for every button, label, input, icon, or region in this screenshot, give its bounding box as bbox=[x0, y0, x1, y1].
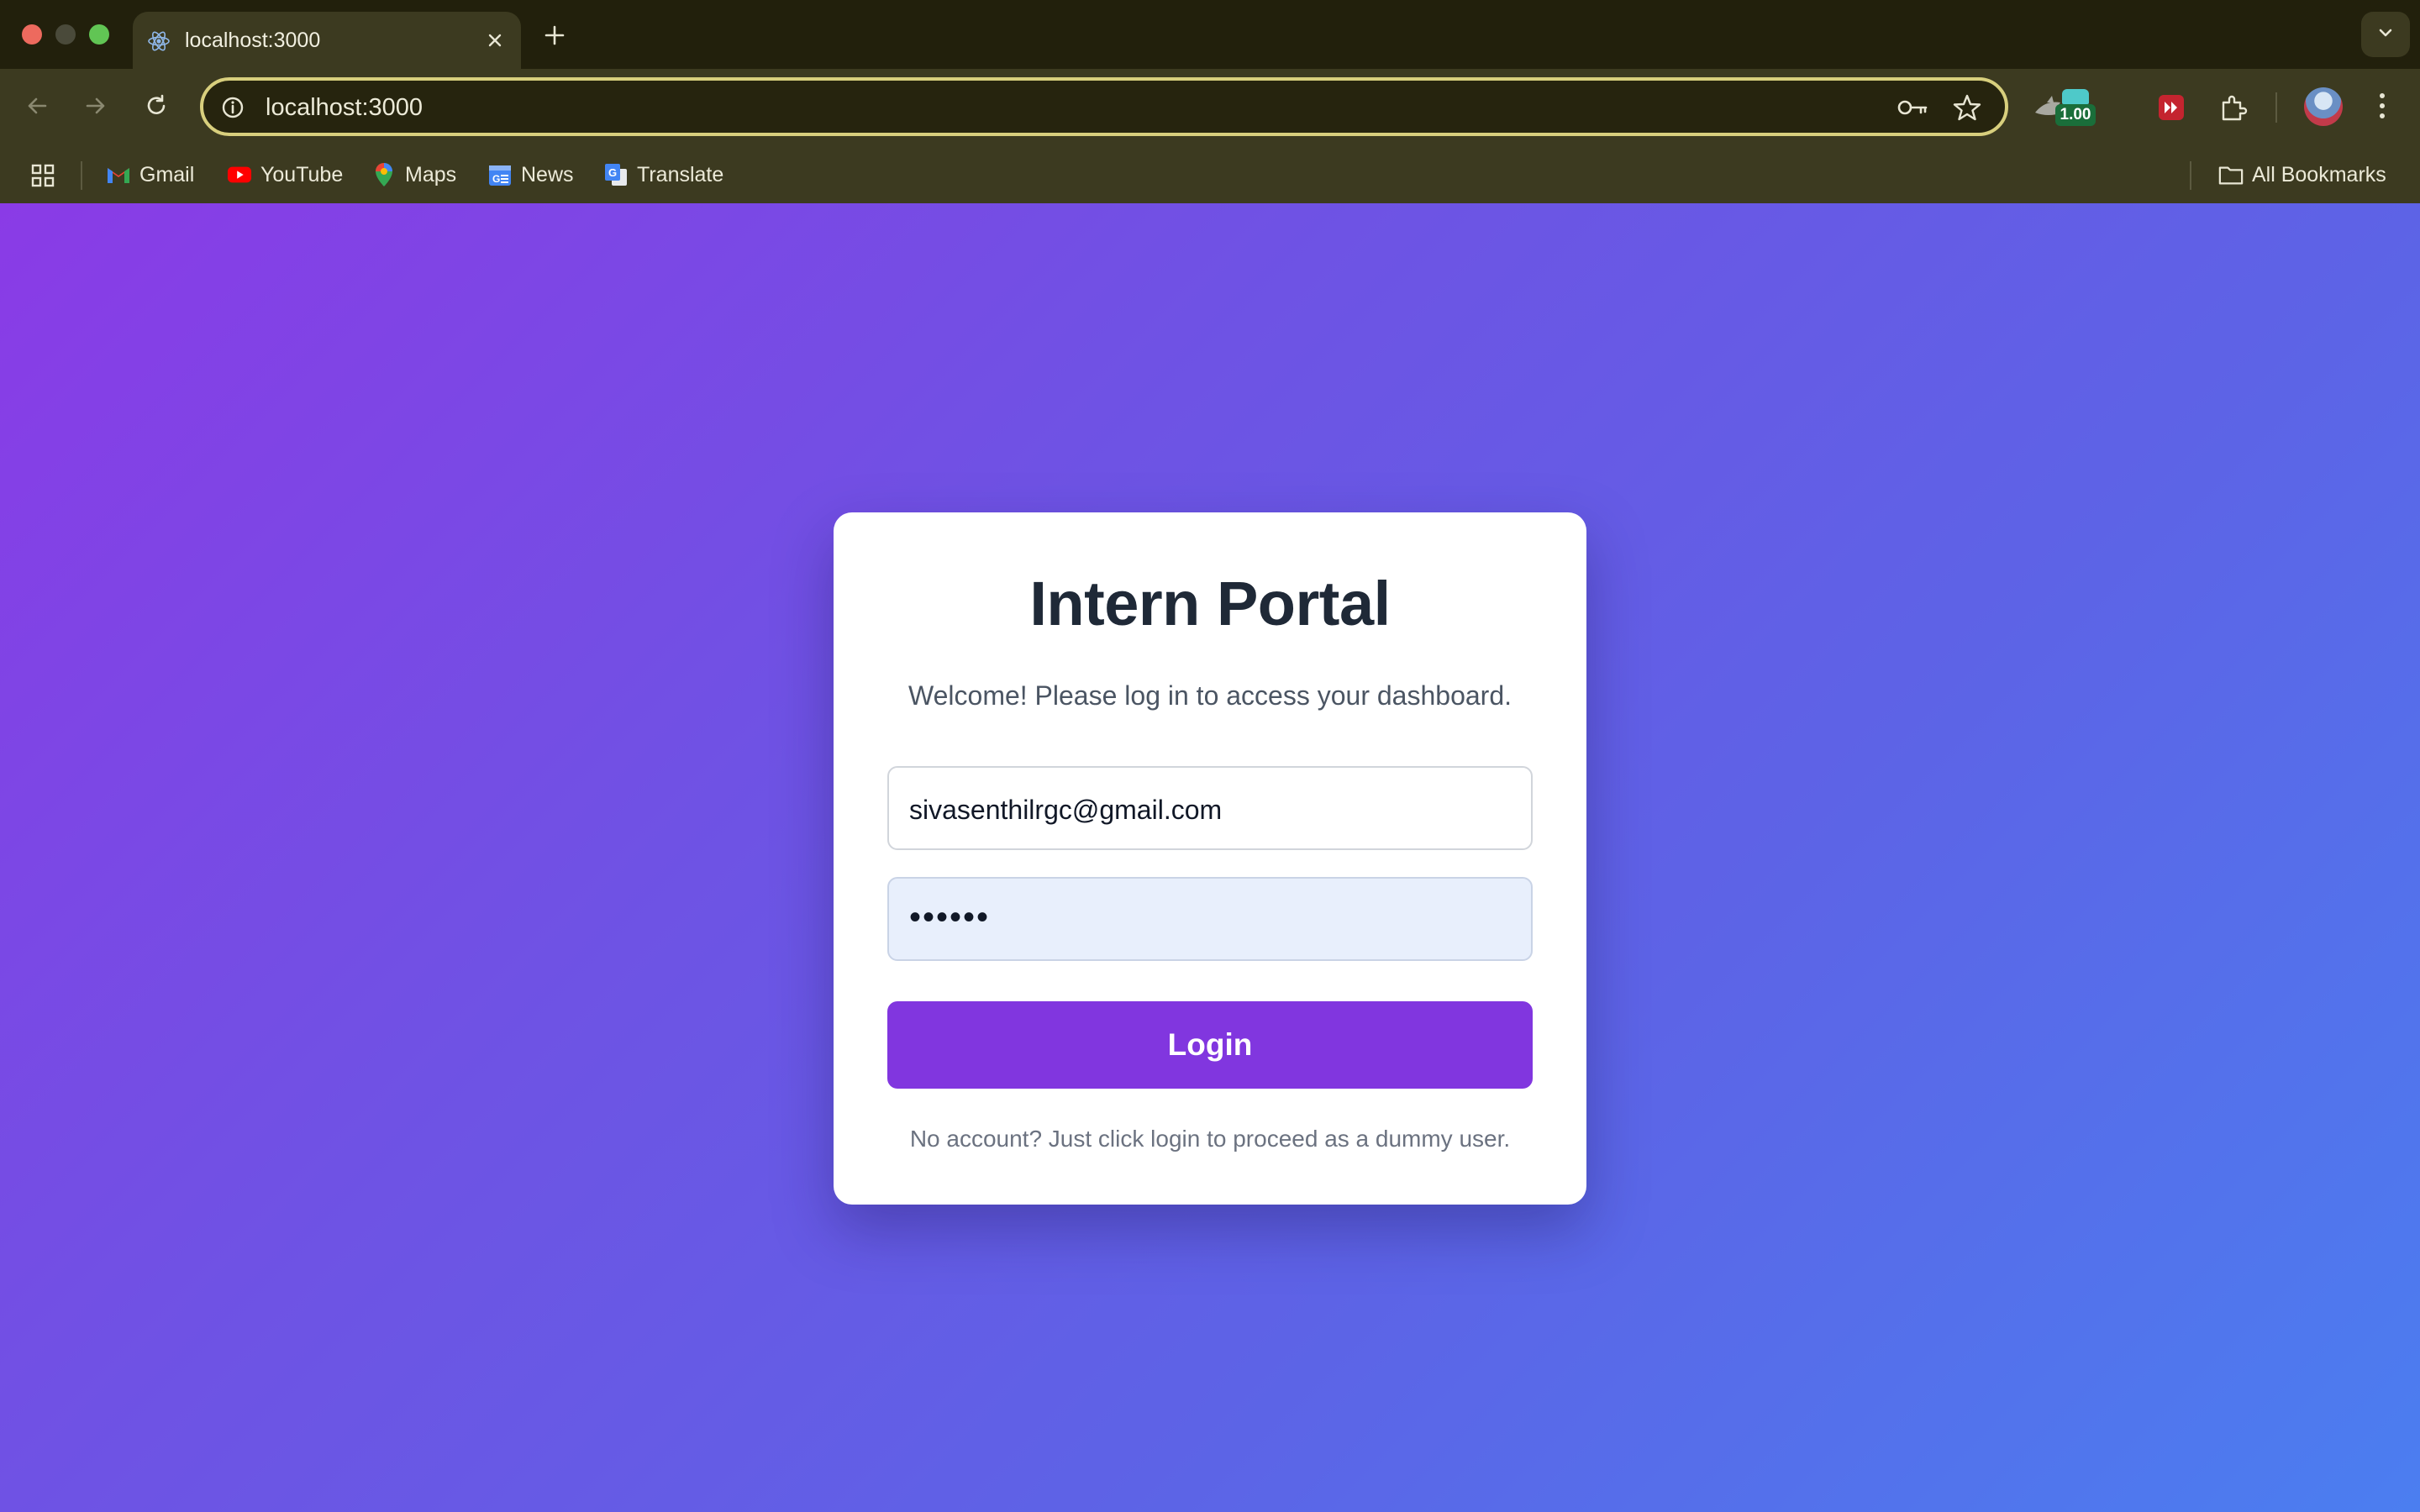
react-icon bbox=[146, 29, 171, 54]
password-field[interactable]: •••••• bbox=[887, 877, 1533, 961]
maximize-window-button[interactable] bbox=[89, 24, 109, 45]
maps-icon bbox=[371, 162, 397, 187]
bookmarks-bar: Gmail YouTube Maps G News G Translate Al… bbox=[0, 146, 2420, 203]
youtube-icon bbox=[227, 162, 252, 187]
all-bookmarks-button[interactable]: All Bookmarks bbox=[2218, 158, 2386, 192]
extensions-puzzle-icon[interactable] bbox=[2213, 87, 2254, 128]
close-window-button[interactable] bbox=[22, 24, 42, 45]
bookmark-youtube[interactable]: YouTube bbox=[227, 158, 343, 192]
address-bar[interactable]: localhost:3000 bbox=[200, 77, 2008, 136]
bookmark-label: YouTube bbox=[260, 162, 344, 186]
site-info-icon[interactable] bbox=[220, 95, 245, 120]
email-value: sivasenthilrgc@gmail.com bbox=[909, 795, 1223, 825]
tab-search-button[interactable] bbox=[2361, 12, 2410, 57]
login-card: Intern Portal Welcome! Please log in to … bbox=[834, 512, 1586, 1205]
bookmark-label: Gmail bbox=[139, 162, 195, 186]
bookmarks-divider bbox=[2190, 161, 2191, 190]
browser-toolbar: localhost:3000 1.00 bbox=[0, 69, 2420, 146]
tab-title: localhost:3000 bbox=[185, 29, 321, 52]
all-bookmarks-label: All Bookmarks bbox=[2252, 162, 2386, 186]
bookmark-maps[interactable]: Maps bbox=[371, 158, 456, 192]
badge-value: 1.00 bbox=[2055, 104, 2096, 126]
kebab-menu-icon bbox=[2378, 92, 2386, 124]
tab-strip: localhost:3000 bbox=[0, 0, 2420, 69]
welcome-text: Welcome! Please log in to access your da… bbox=[908, 680, 1512, 711]
bookmark-label: Translate bbox=[637, 162, 724, 186]
bookmark-news[interactable]: G News bbox=[487, 158, 574, 192]
bookmark-label: News bbox=[521, 162, 574, 186]
gmail-icon bbox=[106, 162, 131, 187]
bookmark-translate[interactable]: G Translate bbox=[603, 158, 723, 192]
badge-icon bbox=[2062, 89, 2089, 104]
new-tab-button[interactable] bbox=[538, 18, 571, 52]
bookmark-label: Maps bbox=[405, 162, 457, 186]
dummy-user-hint: No account? Just click login to proceed … bbox=[909, 1126, 1511, 1152]
close-tab-icon[interactable] bbox=[481, 26, 509, 55]
bookmarks-divider bbox=[81, 161, 82, 190]
news-icon: G bbox=[487, 162, 513, 187]
folder-icon bbox=[2218, 162, 2244, 187]
extension-forward-icon[interactable] bbox=[2151, 87, 2191, 128]
svg-text:G: G bbox=[608, 166, 617, 179]
translate-icon: G bbox=[603, 162, 629, 187]
toolbar-divider bbox=[2275, 92, 2277, 123]
email-field[interactable]: sivasenthilrgc@gmail.com bbox=[887, 766, 1533, 850]
forward-button[interactable] bbox=[77, 89, 114, 126]
reload-icon bbox=[144, 93, 169, 123]
page-title: Intern Portal bbox=[1029, 569, 1391, 638]
arrow-left-icon bbox=[24, 93, 50, 123]
password-mask: •••••• bbox=[909, 899, 991, 936]
minimize-window-button[interactable] bbox=[55, 24, 76, 45]
key-icon[interactable] bbox=[1896, 92, 1929, 123]
chevron-down-icon bbox=[2376, 24, 2395, 46]
browser-tab-active[interactable]: localhost:3000 bbox=[133, 12, 521, 69]
address-url: localhost:3000 bbox=[266, 94, 424, 121]
back-button[interactable] bbox=[18, 89, 55, 126]
star-icon[interactable] bbox=[1951, 92, 1983, 123]
bookmark-gmail[interactable]: Gmail bbox=[106, 158, 194, 192]
reload-button[interactable] bbox=[138, 89, 175, 126]
apps-grid-icon[interactable] bbox=[30, 163, 55, 188]
more-menu-button[interactable] bbox=[2368, 87, 2396, 128]
arrow-right-icon bbox=[83, 93, 108, 123]
login-button[interactable]: Login bbox=[887, 1001, 1533, 1089]
svg-text:G: G bbox=[492, 173, 500, 185]
profile-avatar[interactable] bbox=[2304, 87, 2343, 126]
extension-speed-badge[interactable]: 1.00 bbox=[2054, 86, 2097, 129]
page-viewport: Intern Portal Welcome! Please log in to … bbox=[0, 203, 2420, 1512]
